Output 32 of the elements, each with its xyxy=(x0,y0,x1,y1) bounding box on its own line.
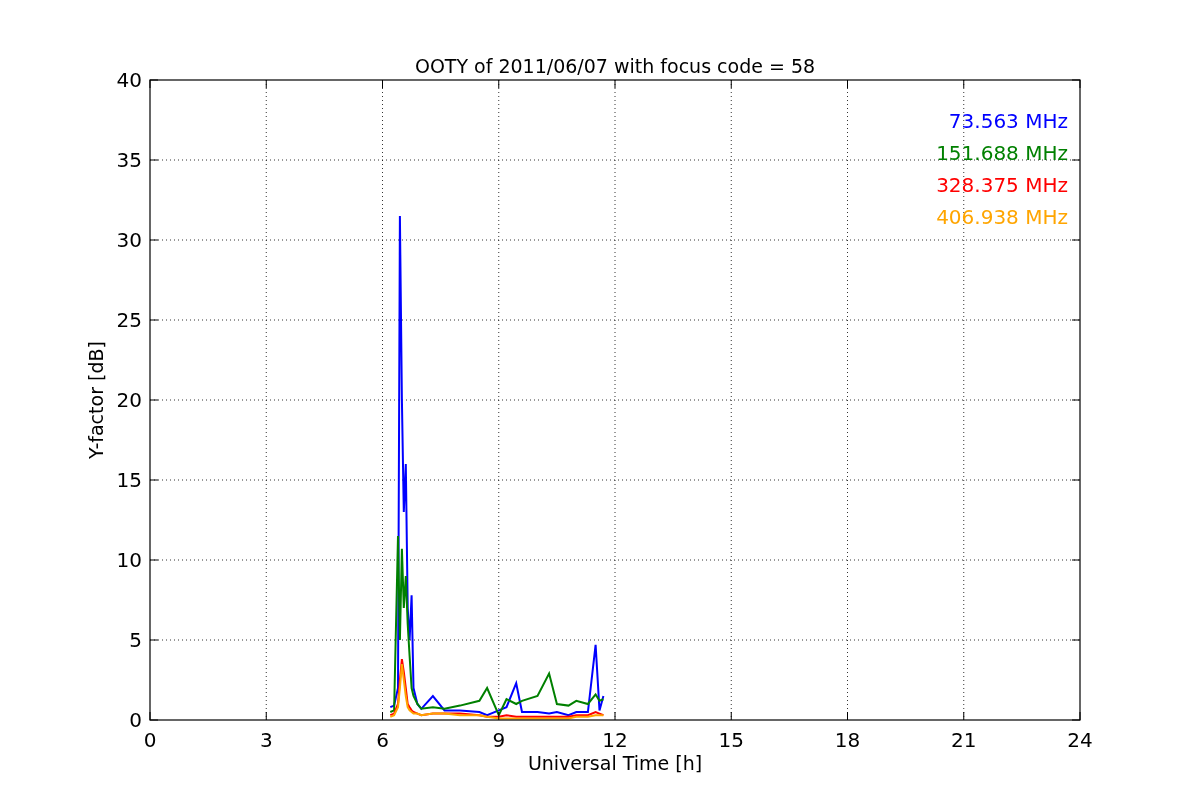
tick-mark xyxy=(265,711,267,721)
tick-mark xyxy=(730,711,732,721)
legend-label: 151.688 MHz xyxy=(936,141,1068,165)
legend-label: 73.563 MHz xyxy=(948,109,1068,133)
chart-title: OOTY of 2011/06/07 with focus code = 58 xyxy=(414,55,816,77)
x-tick-label: 21 xyxy=(951,728,977,752)
y-tick-label: 40 xyxy=(116,68,142,92)
legend-label: 406.938 MHz xyxy=(936,205,1068,229)
y-tick-label: 5 xyxy=(129,628,142,652)
y-tick-label: 35 xyxy=(116,148,142,172)
x-tick-label: 18 xyxy=(834,728,861,752)
x-tick-label: 9 xyxy=(492,728,506,752)
y-tick-label: 20 xyxy=(116,388,142,412)
tick-mark xyxy=(614,711,616,721)
y-tick-label: 25 xyxy=(116,308,142,332)
x-axis-label: Universal Time [h] xyxy=(527,752,703,774)
x-tick-label: 15 xyxy=(718,728,744,752)
legend-label: 328.375 MHz xyxy=(936,173,1068,197)
y-tick-label: 30 xyxy=(116,228,142,252)
tick-mark xyxy=(847,711,848,721)
x-tick-label: 6 xyxy=(376,728,389,752)
y-tick-label: 15 xyxy=(116,468,142,492)
tick-mark xyxy=(963,711,965,721)
x-tick-label: 0 xyxy=(143,728,157,752)
tick-mark xyxy=(498,711,500,721)
tick-mark xyxy=(382,711,383,721)
x-tick-label: 24 xyxy=(1067,728,1093,752)
y-axis-label: Y-factor [dB] xyxy=(85,341,107,459)
y-tick-label: 10 xyxy=(116,548,142,572)
x-tick-label: 3 xyxy=(259,728,273,752)
y-tick-label: 0 xyxy=(129,708,142,732)
x-tick-label: 12 xyxy=(602,728,628,752)
